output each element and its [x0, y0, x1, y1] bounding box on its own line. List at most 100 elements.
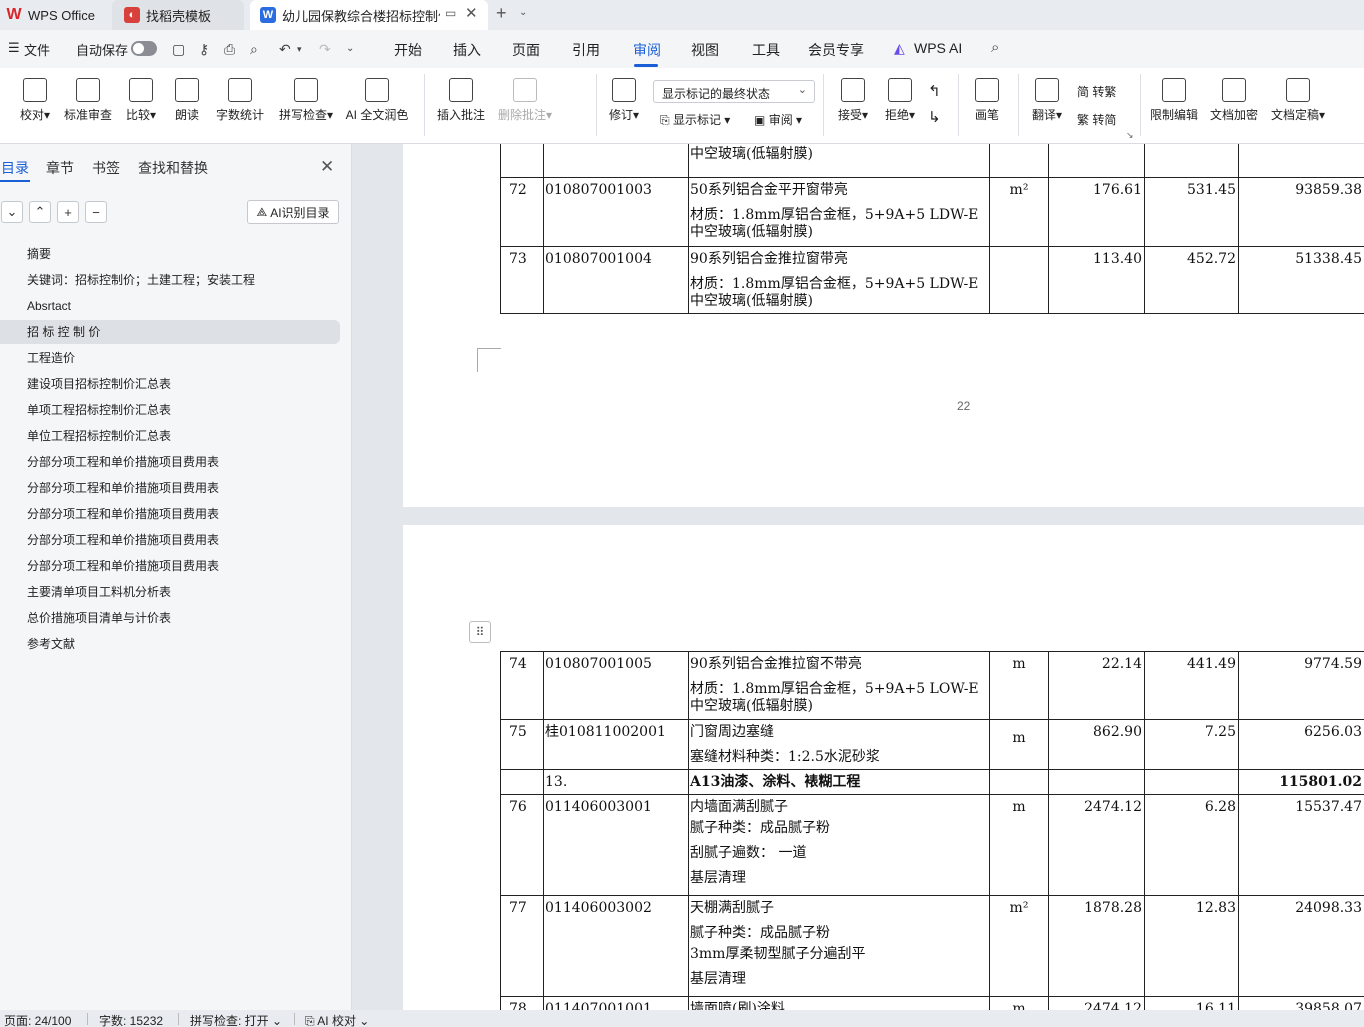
print-preview-icon[interactable]: ⌕	[250, 41, 258, 58]
remove-heading-button[interactable]: −	[85, 201, 107, 223]
menu-tab-insert[interactable]: 插入	[453, 40, 481, 60]
delete-comment-button[interactable]: 删除批注▾	[496, 78, 554, 123]
redo-icon[interactable]: ↷	[319, 41, 331, 58]
compare-button[interactable]: 比较▾	[122, 78, 160, 123]
add-heading-button[interactable]: +	[57, 201, 79, 223]
standard-review-button[interactable]: 标准审查	[62, 78, 114, 123]
toc-item[interactable]: 参考文献	[0, 632, 340, 656]
toc-item[interactable]: 单位工程招标控制价汇总表	[0, 424, 340, 448]
spell-check-button[interactable]: 拼写检查▾	[275, 78, 337, 123]
save-icon[interactable]: ▢	[172, 41, 185, 58]
menu-tab-view[interactable]: 视图	[691, 40, 719, 60]
toc-item[interactable]: 分部分项工程和单价措施项目费用表	[0, 554, 340, 578]
row-no: 75	[500, 719, 544, 770]
tab-toc[interactable]: 目录	[1, 158, 29, 178]
expand-up-button[interactable]: ⌃	[29, 201, 51, 223]
item-qty: 113.40	[1048, 246, 1145, 314]
search-icon[interactable]: ⌕	[991, 39, 999, 56]
toc-item[interactable]: 主要清单项目工料机分析表	[0, 580, 340, 604]
add-comment-icon	[449, 78, 473, 102]
reject-button[interactable]: 拒绝▾	[881, 78, 919, 123]
next-change-icon[interactable]: ↳	[928, 108, 941, 126]
accept-button[interactable]: 接受▾	[834, 78, 872, 123]
ai-toc-button[interactable]: ⟁ AI识别目录	[247, 200, 339, 224]
menu-tab-member[interactable]: 会员专享	[808, 40, 864, 60]
collapse-all-button[interactable]: ⌄	[1, 201, 23, 223]
print-icon[interactable]: ⎙	[224, 41, 235, 58]
tab-document[interactable]: W 幼儿园保教综合楼招标控制价 ▭ ✕	[250, 0, 488, 30]
toc-item[interactable]: 分部分项工程和单价措施项目费用表	[0, 528, 340, 552]
toc-item[interactable]: Absrtact	[0, 294, 340, 318]
close-icon[interactable]: ✕	[320, 157, 334, 177]
table-row-section: 13. A13油漆、涂料、裱糊工程 115801.02	[500, 769, 1364, 795]
item-code: 桂010811002001	[543, 719, 689, 770]
toc-item[interactable]: 建设项目招标控制价汇总表	[0, 372, 340, 396]
insert-comment-button[interactable]: 插入批注	[436, 78, 486, 123]
toc-item[interactable]: 总价措施项目清单与计价表	[0, 606, 340, 630]
chevron-down-icon[interactable]: ▾	[297, 44, 302, 55]
menu-tab-review[interactable]: 审阅	[633, 40, 661, 60]
translate-button[interactable]: 翻译▾	[1028, 78, 1066, 123]
item-total: 24098.33	[1238, 895, 1364, 997]
menu-tab-references[interactable]: 引用	[572, 40, 600, 60]
item-qty: 176.61	[1048, 177, 1145, 247]
toc-item[interactable]: 分部分项工程和单价措施项目费用表	[0, 502, 340, 526]
ai-check-indicator[interactable]: ⎘ AI 校对 ⌄	[305, 1012, 369, 1027]
menu-icon[interactable]: ☰	[8, 40, 20, 56]
new-tab-button[interactable]: +	[496, 3, 507, 24]
toc-item[interactable]: 关键词：招标控制价；土建工程；安装工程	[0, 268, 340, 292]
restrict-edit-button[interactable]: 限制编辑	[1150, 78, 1198, 123]
proofread-button[interactable]: 校对▾	[17, 78, 53, 123]
item-name: 墙面喷(刷)涂料	[688, 996, 990, 1010]
review-pane-button[interactable]: ▣ 审阅 ▾	[754, 111, 802, 128]
read-aloud-button[interactable]: 朗读	[171, 78, 203, 123]
encrypt-button[interactable]: 文档加密	[1209, 78, 1259, 123]
toc-item[interactable]: 招 标 控 制 价	[0, 320, 340, 344]
item-feature: 腻子种类：成品腻子粉	[690, 820, 830, 836]
toc-item[interactable]: 工程造价	[0, 346, 340, 370]
ai-polish-button[interactable]: AI 全文润色	[344, 78, 410, 123]
menu-tab-page[interactable]: 页面	[512, 40, 540, 60]
menu-tab-home[interactable]: 开始	[394, 40, 422, 60]
item-feature: 材质：1.8mm厚铝合金框，5+9A+5 LDW-E中空玻璃(低辐射膜)	[690, 207, 979, 240]
menu-tab-wps-ai[interactable]: WPS AI	[914, 40, 962, 56]
table-move-handle[interactable]: ⠿	[469, 621, 491, 643]
tab-wps-office[interactable]: W WPS Office	[6, 0, 108, 30]
close-tab-icon[interactable]: ✕	[465, 4, 478, 22]
spell-check-indicator[interactable]: 拼写检查: 打开 ⌄	[190, 1012, 282, 1027]
show-markup-button[interactable]: ⎘ 显示标记 ▾	[660, 111, 730, 128]
markup-state-select[interactable]: 显示标记的最终状态 ⌄	[653, 80, 815, 103]
word-count-button[interactable]: 字数统计	[214, 78, 266, 123]
toc-item[interactable]: 摘要	[0, 242, 340, 266]
toc-item[interactable]: 分部分项工程和单价措施项目费用表	[0, 450, 340, 474]
word-count-indicator[interactable]: 字数: 15232	[99, 1012, 163, 1027]
track-changes-button[interactable]: 修订▾	[606, 78, 642, 123]
finalize-button[interactable]: 文档定稿▾	[1268, 78, 1328, 123]
tab-chapters[interactable]: 章节	[46, 158, 74, 178]
document-check-icon	[76, 78, 100, 102]
encrypt-icon	[1222, 78, 1246, 102]
expand-group-icon[interactable]: ↘	[1126, 130, 1134, 141]
chevron-down-icon[interactable]: ⌄	[519, 7, 527, 18]
menu-tab-tools[interactable]: 工具	[752, 40, 780, 60]
page-indicator[interactable]: 页面: 24/100	[4, 1012, 71, 1027]
tab-find-replace[interactable]: 查找和替换	[138, 158, 208, 178]
to-simplified-button[interactable]: 繁 转简	[1077, 111, 1116, 128]
prev-change-icon[interactable]: ↰	[928, 82, 941, 100]
toc-item[interactable]: 单项工程招标控制价汇总表	[0, 398, 340, 422]
tab-docer-templates[interactable]: ◐ 找稻壳模板	[112, 0, 244, 30]
key-icon[interactable]: ⚷	[199, 41, 209, 58]
monitor-icon[interactable]: ▭	[445, 6, 456, 20]
undo-icon[interactable]: ↶	[279, 41, 291, 58]
active-tab-indicator	[0, 180, 30, 182]
reject-icon	[888, 78, 912, 102]
toc-item[interactable]: 分部分项工程和单价措施项目费用表	[0, 476, 340, 500]
autosave-toggle[interactable]	[131, 41, 157, 56]
tab-bookmarks[interactable]: 书签	[92, 158, 120, 178]
ai-polish-icon	[365, 78, 389, 102]
to-traditional-button[interactable]: 简 转繁	[1077, 83, 1116, 100]
chevron-down-icon[interactable]: ⌄	[346, 43, 354, 54]
pen-button[interactable]: 画笔	[970, 78, 1004, 123]
docer-icon: ◐	[124, 7, 140, 23]
menu-file[interactable]: 文件	[24, 40, 50, 59]
